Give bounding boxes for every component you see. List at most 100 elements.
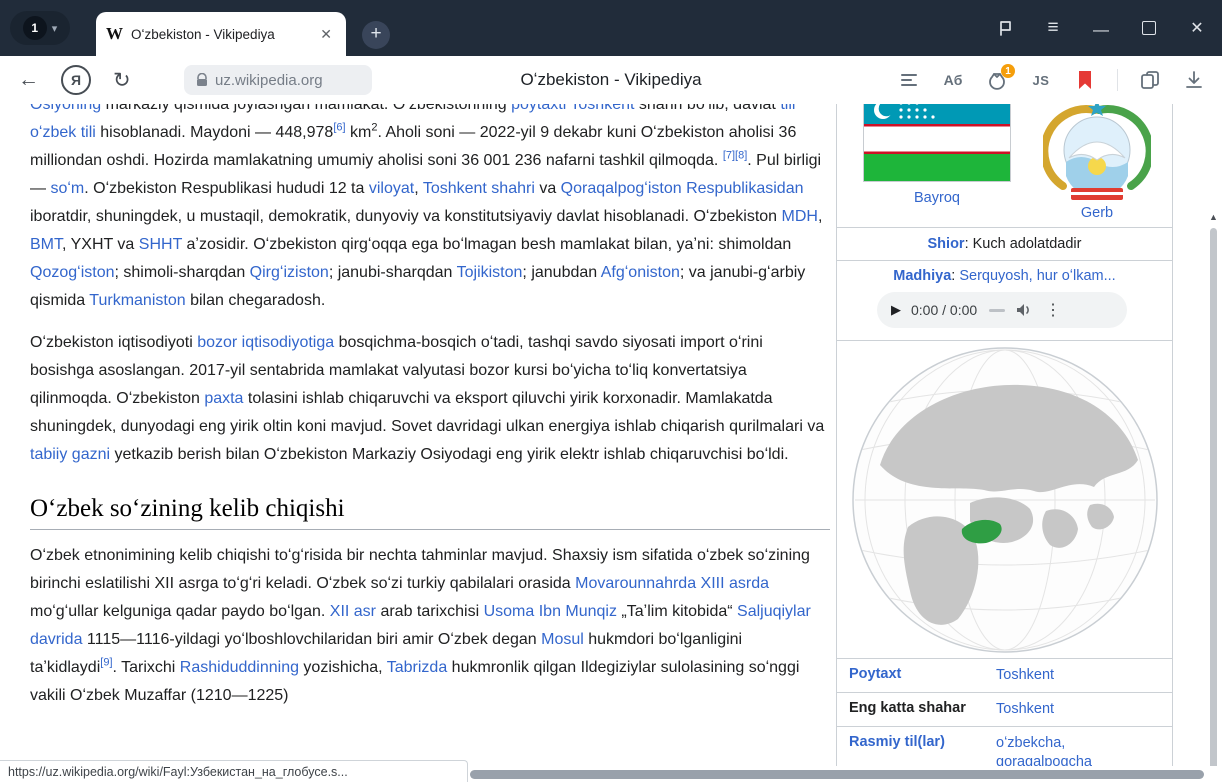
inline-link[interactable]: tabiiy gazni xyxy=(30,446,110,463)
yandex-home-icon[interactable]: Я xyxy=(61,65,91,95)
text-run: , xyxy=(818,208,822,225)
reader-mode-icon[interactable] xyxy=(897,68,921,92)
anthem-title-link[interactable]: Serquyosh, hur oʻlkam... xyxy=(959,268,1115,284)
inline-link[interactable]: poytaxti Toshkent xyxy=(511,104,634,113)
maximize-icon[interactable] xyxy=(1138,17,1160,39)
page-content: Osiyoning markaziy qismida joylashgan ma… xyxy=(0,104,1222,766)
back-icon[interactable]: ← xyxy=(18,68,39,92)
text-run: hisoblanadi. Maydoni — 448,978 xyxy=(96,124,334,141)
country-infobox: Bayroq Gerb Shior: Kuch adolatdadir Madh… xyxy=(836,104,1173,766)
infobox-row-official-languages: Rasmiy til(lar) oʻzbekcha, qoraqalpoqcha xyxy=(837,727,1172,766)
tab-close-icon[interactable]: ✕ xyxy=(316,24,336,45)
capital-value-link[interactable]: Toshkent xyxy=(984,659,1172,692)
emblem-caption-link[interactable]: Gerb xyxy=(1043,205,1151,221)
browser-tab[interactable]: W Oʻzbekiston - Vikipediya ✕ xyxy=(96,12,346,56)
inline-link[interactable]: Movarounnahrda xyxy=(575,575,696,592)
official-languages-label-link[interactable]: Rasmiy til(lar) xyxy=(837,727,984,766)
anthem-label-link[interactable]: Madhiya xyxy=(893,268,951,284)
uzbekistan-flag-image[interactable] xyxy=(863,104,1011,186)
rewards-coin-icon[interactable]: 1 xyxy=(985,68,1009,92)
horizontal-scrollbar-thumb[interactable] xyxy=(470,770,1204,779)
uzbekistan-emblem-image[interactable] xyxy=(1043,104,1151,208)
javascript-icon[interactable]: JS xyxy=(1029,68,1053,92)
bookmark-icon[interactable] xyxy=(1073,68,1097,92)
audio-seek-slider[interactable] xyxy=(989,309,1005,312)
infobox-row-capital: Poytaxt Toshkent xyxy=(837,659,1172,693)
inline-link[interactable]: soʻm xyxy=(50,180,84,197)
inline-link[interactable]: BMT xyxy=(30,236,62,253)
inline-link[interactable]: paxta xyxy=(204,390,243,407)
download-icon[interactable] xyxy=(1182,68,1206,92)
official-languages-value-link[interactable]: oʻzbekcha, qoraqalpoqcha xyxy=(984,727,1104,766)
url-text: uz.wikipedia.org xyxy=(215,72,323,89)
text-run: ; janubi-sharqdan xyxy=(329,264,457,281)
text-run: bilan chegaradosh. xyxy=(186,292,326,309)
sidebar-panel-icon[interactable] xyxy=(994,17,1016,39)
text-run: . Tarixchi xyxy=(113,659,180,676)
text-run: yetkazib berish bilan Oʻzbekiston Markaz… xyxy=(110,446,789,463)
motto-text: : Kuch adolatdadir xyxy=(965,236,1082,252)
text-run: , xyxy=(414,180,423,197)
address-bar[interactable]: uz.wikipedia.org xyxy=(184,65,372,95)
text-run: „Taʼlim kitobida“ xyxy=(617,603,737,620)
menu-icon[interactable]: ≡ xyxy=(1042,17,1064,39)
reference-link[interactable]: [7] xyxy=(723,150,735,162)
inline-link[interactable]: Tabrizda xyxy=(387,659,447,676)
inline-link[interactable]: Qozogʻiston xyxy=(30,264,115,281)
inline-link[interactable]: XII asr xyxy=(330,603,376,620)
inline-link[interactable]: Qoraqalpogʻiston Respublikasidan xyxy=(561,180,804,197)
inline-link[interactable]: Mosul xyxy=(541,631,584,648)
text-run: markaziy qismida joylashgan mamlakat. Oʻ… xyxy=(101,104,511,113)
infobox-row-largest-city: Eng katta shahar Toshkent xyxy=(837,693,1172,727)
reload-icon[interactable]: ↻ xyxy=(113,68,131,93)
text-run: km xyxy=(346,124,372,141)
article-body: Osiyoning markaziy qismida joylashgan ma… xyxy=(30,104,830,724)
inline-link[interactable]: Toshkent shahri xyxy=(423,180,535,197)
capital-label-link[interactable]: Poytaxt xyxy=(837,659,984,692)
inline-link[interactable]: Turkmaniston xyxy=(89,292,185,309)
inline-link[interactable]: Tojikiston xyxy=(457,264,523,281)
browser-window: 1 ▾ W Oʻzbekiston - Vikipediya ✕ + ≡ — ✕… xyxy=(0,0,1222,782)
scroll-up-icon[interactable]: ▲ xyxy=(1209,212,1218,222)
vertical-scrollbar-thumb[interactable] xyxy=(1210,228,1217,766)
article-paragraph-3: Oʻzbek etnonimining kelib chiqishi toʻgʻ… xyxy=(30,542,830,710)
browser-toolbar: ← Я ↻ uz.wikipedia.org Oʻzbekiston - Vik… xyxy=(0,56,1222,105)
inline-link[interactable]: Usoma Ibn Munqiz xyxy=(484,603,617,620)
toolbar-divider xyxy=(1117,69,1118,91)
flag-caption-link[interactable]: Bayroq xyxy=(863,190,1011,206)
article-paragraph-1: Osiyoning markaziy qismida joylashgan ma… xyxy=(30,104,830,315)
text-run: 1115—1116-yildagi yoʻlboshlovchilaridan … xyxy=(82,631,541,648)
inline-link[interactable]: SHHT xyxy=(139,236,182,253)
close-icon[interactable]: ✕ xyxy=(1186,17,1208,39)
audio-kebab-icon[interactable]: ⋮ xyxy=(1045,300,1061,320)
inline-link[interactable]: XIII asrda xyxy=(701,575,769,592)
globe-map-image[interactable] xyxy=(850,345,1160,655)
inline-link[interactable]: viloyat xyxy=(369,180,414,197)
reference-link[interactable]: [9] xyxy=(100,657,112,669)
text-run: arab tarixchisi xyxy=(376,603,484,620)
audio-player[interactable]: ▶ 0:00 / 0:00 ⋮ xyxy=(877,292,1127,328)
new-tab-button[interactable]: + xyxy=(362,21,390,49)
translate-icon[interactable]: Aб xyxy=(941,68,965,92)
vertical-scrollbar[interactable]: ▲ xyxy=(1206,208,1222,766)
inline-link[interactable]: bozor iqtisodiyotiga xyxy=(197,334,334,351)
reference-link[interactable]: [6] xyxy=(333,122,345,134)
reference-link[interactable]: [8] xyxy=(735,150,747,162)
play-icon[interactable]: ▶ xyxy=(891,302,901,318)
inline-link[interactable]: Rashiduddinning xyxy=(180,659,299,676)
inline-link[interactable]: MDH xyxy=(782,208,818,225)
text-run: yozishicha, xyxy=(299,659,387,676)
minimize-icon[interactable]: — xyxy=(1090,20,1112,42)
text-run: Oʻzbekiston iqtisodiyoti xyxy=(30,334,197,351)
tab-counter-button[interactable]: 1 ▾ xyxy=(10,11,70,45)
inline-link[interactable]: Afgʻoniston xyxy=(601,264,680,281)
browser-titlebar: 1 ▾ W Oʻzbekiston - Vikipediya ✕ + ≡ — ✕ xyxy=(0,0,1222,56)
motto-label-link[interactable]: Shior xyxy=(928,236,965,252)
tabs-panel-icon[interactable] xyxy=(1138,68,1162,92)
inline-link[interactable]: Qirgʻiziston xyxy=(250,264,329,281)
inline-link[interactable]: Osiyoning xyxy=(30,104,101,113)
status-url-text: https://uz.wikipedia.org/wiki/Fayl:Узбек… xyxy=(8,765,348,779)
volume-icon[interactable] xyxy=(1015,302,1033,318)
largest-city-value-link[interactable]: Toshkent xyxy=(984,693,1172,726)
anthem-row: Madhiya: Serquyosh, hur oʻlkam... ▶ 0:00… xyxy=(837,261,1172,341)
